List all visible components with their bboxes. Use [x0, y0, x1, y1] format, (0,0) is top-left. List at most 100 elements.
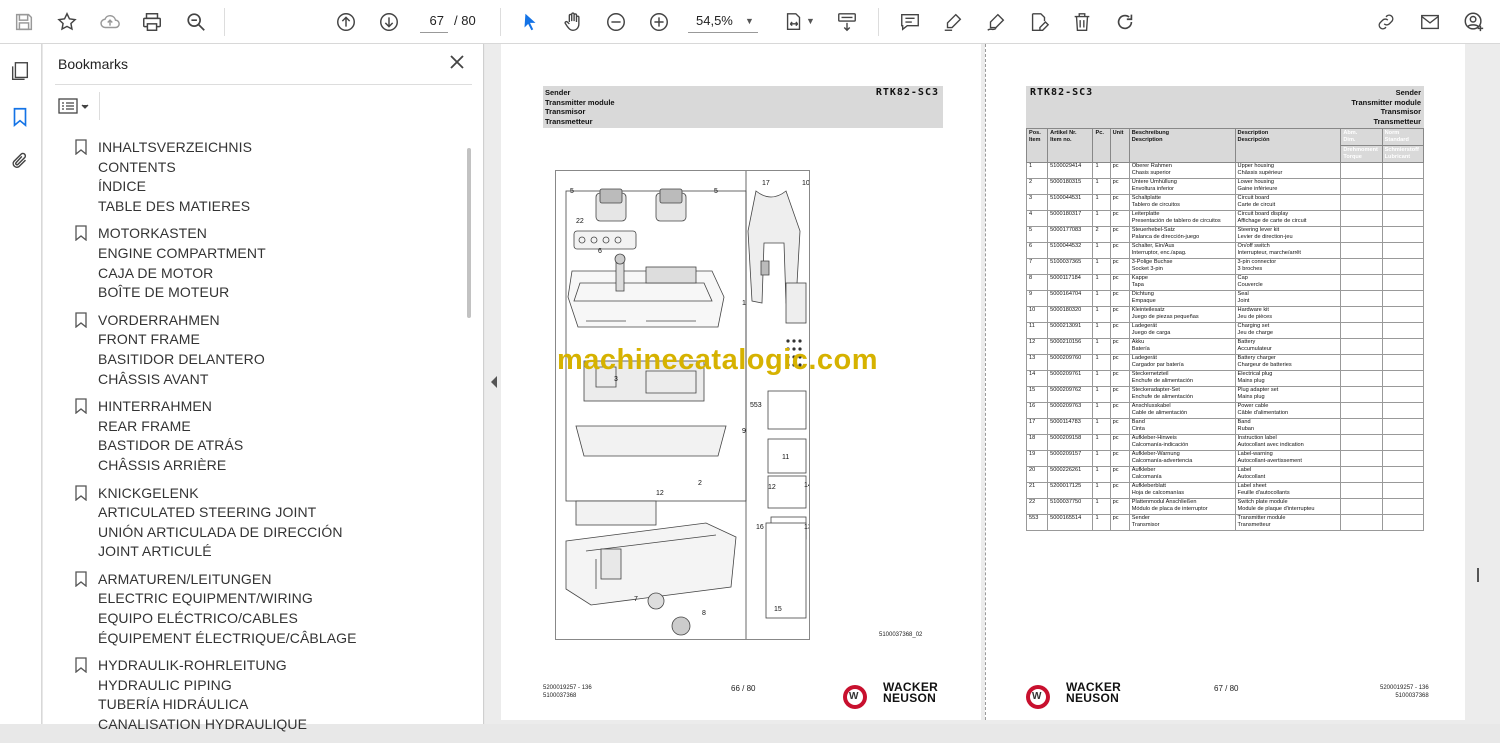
bookmark-item[interactable]: KNICKGELENK: [98, 484, 453, 504]
cell-dim: [1340, 466, 1383, 483]
cell-desc: Ladegerät Juego de carga: [1128, 322, 1236, 339]
bookmark-item[interactable]: ÍNDICE: [98, 177, 453, 197]
callout: 17: [762, 180, 770, 187]
share-user-icon[interactable]: [1460, 8, 1488, 36]
bookmark-item[interactable]: FRONT FRAME: [98, 330, 453, 350]
bookmark-item[interactable]: TABLE DES MATIERES: [98, 197, 453, 217]
header-line: Transmetteur: [1373, 116, 1421, 126]
chevron-down-icon[interactable]: ▼: [745, 16, 754, 26]
bookmark-item[interactable]: BOÎTE DE MOTEUR: [98, 283, 453, 303]
hand-tool-icon[interactable]: [559, 8, 587, 36]
draw-icon[interactable]: [982, 8, 1010, 36]
comment-icon[interactable]: [896, 8, 924, 36]
trash-icon[interactable]: [1068, 8, 1096, 36]
cell-desc2: Circuit board Carte de circuit: [1234, 194, 1342, 211]
zoom-out-icon[interactable]: [602, 8, 630, 36]
bookmark-item[interactable]: MOTORKASTEN: [98, 224, 453, 244]
table-row: 9 5000164704 1 pc Dichtung Empaque Seal Joint: [1025, 290, 1425, 307]
bookmark-item[interactable]: BASTIDOR DE ATRÁS: [98, 436, 453, 456]
cell-unit: pc: [1109, 274, 1130, 291]
cell-unit: pc: [1109, 322, 1130, 339]
cloud-upload-icon[interactable]: [96, 8, 124, 36]
cell-desc2: Switch plate module Module de plaque d'in…: [1234, 498, 1342, 515]
bookmark-item[interactable]: ÉQUIPEMENT ÉLECTRIQUE/CÂBLAGE: [98, 629, 453, 649]
email-icon[interactable]: [1416, 8, 1444, 36]
bookmark-item[interactable]: HINTERRAHMEN: [98, 397, 453, 417]
bookmark-item[interactable]: JOINT ARTICULÉ: [98, 542, 453, 562]
cell-pc: 1: [1092, 354, 1111, 371]
attachment-icon[interactable]: [9, 150, 33, 174]
cell-article: 5000209158: [1047, 434, 1094, 451]
prev-page-arrow-icon[interactable]: [491, 376, 497, 388]
bookmark-item[interactable]: VORDERRAHMEN: [98, 311, 453, 331]
cell-unit: pc: [1109, 338, 1130, 355]
cell-pos: 9: [1025, 290, 1049, 307]
page-fit-icon[interactable]: [780, 8, 808, 36]
bookmark-item[interactable]: INHALTSVERZEICHNIS: [98, 138, 453, 158]
bookmark-item[interactable]: CAJA DE MOTOR: [98, 264, 453, 284]
col-pc: Pc.: [1092, 128, 1111, 163]
cell-desc: Leiterplatte Presentación de tablero de c…: [1128, 210, 1236, 227]
next-page-icon[interactable]: [375, 8, 403, 36]
select-cursor-icon[interactable]: [516, 8, 544, 36]
cell-dim: [1340, 210, 1383, 227]
zoom-search-icon[interactable]: [182, 8, 210, 36]
print-icon[interactable]: [138, 8, 166, 36]
cell-desc: Steckernetzteil Enchufe de alimentación: [1128, 370, 1236, 387]
previous-page-icon[interactable]: [332, 8, 360, 36]
bookmark-item[interactable]: HYDRAULIK-ROHRLEITUNG: [98, 656, 453, 676]
callout: 2: [698, 480, 702, 487]
save-icon[interactable]: [10, 8, 38, 36]
scroll-mode-icon[interactable]: [833, 8, 861, 36]
cell-pos: 14: [1025, 370, 1049, 387]
doc-scrollbar[interactable]: [1477, 568, 1479, 582]
bookmark-item[interactable]: CHÂSSIS ARRIÈRE: [98, 456, 453, 476]
cell-pos: 553: [1025, 514, 1049, 531]
bookmark-item[interactable]: HYDRAULIC PIPING: [98, 676, 453, 696]
cell-desc2: Steering lever kit Levier de direction-je…: [1234, 226, 1342, 243]
col-standard: Norm Standard Schmierstoff Lubricant: [1381, 128, 1425, 163]
cell-pc: 1: [1092, 402, 1111, 419]
highlight-pen-icon[interactable]: [939, 8, 967, 36]
table-row: 1 5100029414 1 pc Oberer Rahmen Chasis superi…: [1025, 162, 1425, 179]
bookmarks-scrollbar[interactable]: [467, 148, 471, 318]
cell-dim: [1340, 290, 1383, 307]
link-sign-icon[interactable]: [1372, 8, 1400, 36]
cell-pc: 1: [1092, 210, 1111, 227]
chevron-down-icon[interactable]: ▼: [806, 16, 815, 26]
bookmark-item[interactable]: TUBERÍA HIDRÁULICA: [98, 695, 453, 715]
stamp-edit-icon[interactable]: [1025, 8, 1053, 36]
bookmark-item[interactable]: ARTICULATED STEERING JOINT: [98, 503, 453, 523]
cell-pos: 8: [1025, 274, 1049, 291]
cell-desc: Aufkleberblatt Hoja de calcomanías: [1128, 482, 1236, 499]
table-row: 17 5000114783 1 pc Band Cinta Band Ruban: [1025, 418, 1425, 435]
bookmark-item[interactable]: CANALISATION HYDRAULIQUE: [98, 715, 453, 735]
cell-pc: 1: [1092, 466, 1111, 483]
page-number-input[interactable]: [420, 9, 448, 33]
pages-thumbnail-icon[interactable]: [9, 60, 33, 84]
cell-dim: [1340, 338, 1383, 355]
callout: 10: [802, 180, 809, 187]
cell-pc: 1: [1092, 418, 1111, 435]
bookmark-item[interactable]: BASITIDOR DELANTERO: [98, 350, 453, 370]
close-icon[interactable]: [447, 52, 467, 72]
bookmark-item[interactable]: EQUIPO ELÉCTRICO/CABLES: [98, 609, 453, 629]
cell-dim: [1340, 418, 1383, 435]
bookmark-item[interactable]: ARMATUREN/LEITUNGEN: [98, 570, 453, 590]
bookmark-item[interactable]: ELECTRIC EQUIPMENT/WIRING: [98, 589, 453, 609]
bookmark-item[interactable]: UNIÓN ARTICULADA DE DIRECCIÓN: [98, 523, 453, 543]
cell-dim: [1340, 386, 1383, 403]
bookmark-item[interactable]: CONTENTS: [98, 158, 453, 178]
zoom-in-icon[interactable]: [645, 8, 673, 36]
bookmark-item[interactable]: ENGINE COMPARTMENT: [98, 244, 453, 264]
star-icon[interactable]: [53, 8, 81, 36]
cell-pc: 1: [1092, 194, 1111, 211]
bookmark-panel-icon[interactable]: [9, 106, 33, 130]
col-article: Artikel Nr. Item no.: [1047, 128, 1094, 163]
exploded-view-drawing: 5 5 17 10 22 6 1 21 20 553 19 9 18 11 12…: [555, 170, 822, 640]
bookmark-item[interactable]: REAR FRAME: [98, 417, 453, 437]
rotate-icon[interactable]: [1111, 8, 1139, 36]
cell-desc2: Hardware kit Jeu de pièces: [1234, 306, 1342, 323]
bookmark-item[interactable]: CHÂSSIS AVANT: [98, 370, 453, 390]
bookmark-options-icon[interactable]: [58, 96, 92, 116]
